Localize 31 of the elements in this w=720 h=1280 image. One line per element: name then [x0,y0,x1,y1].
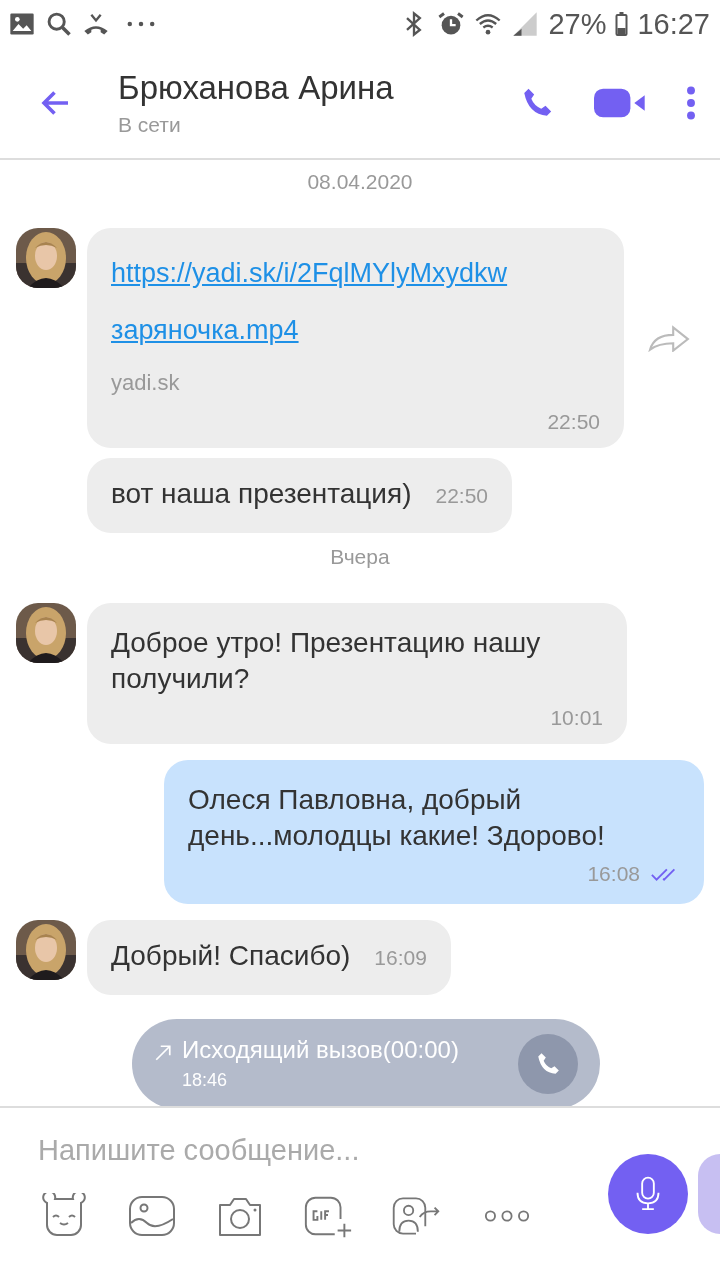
message-text: Добрый! Спасибо) [111,939,351,974]
phone-icon [535,1050,561,1077]
call-label: Исходящий вызов(00:00) [182,1036,460,1065]
date-separator: Вчера [330,543,390,570]
call-time: 18:46 [182,1070,229,1092]
message-time: 22:50 [435,484,489,509]
gallery-icon[interactable] [126,1193,178,1239]
message-text: Олеся Павловна, добрый день...молодцы какие! Здорово! [188,783,605,851]
message-text: Доброе утро! Презентацию нашу получили? [111,626,541,695]
clock: 16:27 [637,7,710,41]
message-text: вот наша презентация) [111,477,412,512]
date-separator: 08.04.2020 [307,169,413,195]
battery-percent: 27% [548,7,607,41]
microphone-icon [634,1175,662,1213]
search-icon [45,10,73,38]
video-camera-icon [594,87,646,119]
menu-icon [686,86,696,120]
battery-icon [615,12,629,36]
online-status: В сети [118,113,182,137]
link[interactable]: https://yadi.sk/i/2FqlMYlyMxydkw [111,252,600,296]
contact-name: Брюханова Арина [118,69,395,107]
more-icon [127,21,155,27]
more-icon[interactable] [484,1209,530,1223]
signal-icon [511,10,540,38]
link-domain: yadi.sk [111,370,181,397]
link[interactable]: заряночка.mp4 [111,309,600,353]
message-time: 10:01 [550,705,603,730]
outgoing-arrow-icon [154,1043,172,1062]
message-time: 16:08 [587,862,640,887]
message-time: 22:50 [547,410,600,435]
message-time: 16:09 [374,946,427,971]
